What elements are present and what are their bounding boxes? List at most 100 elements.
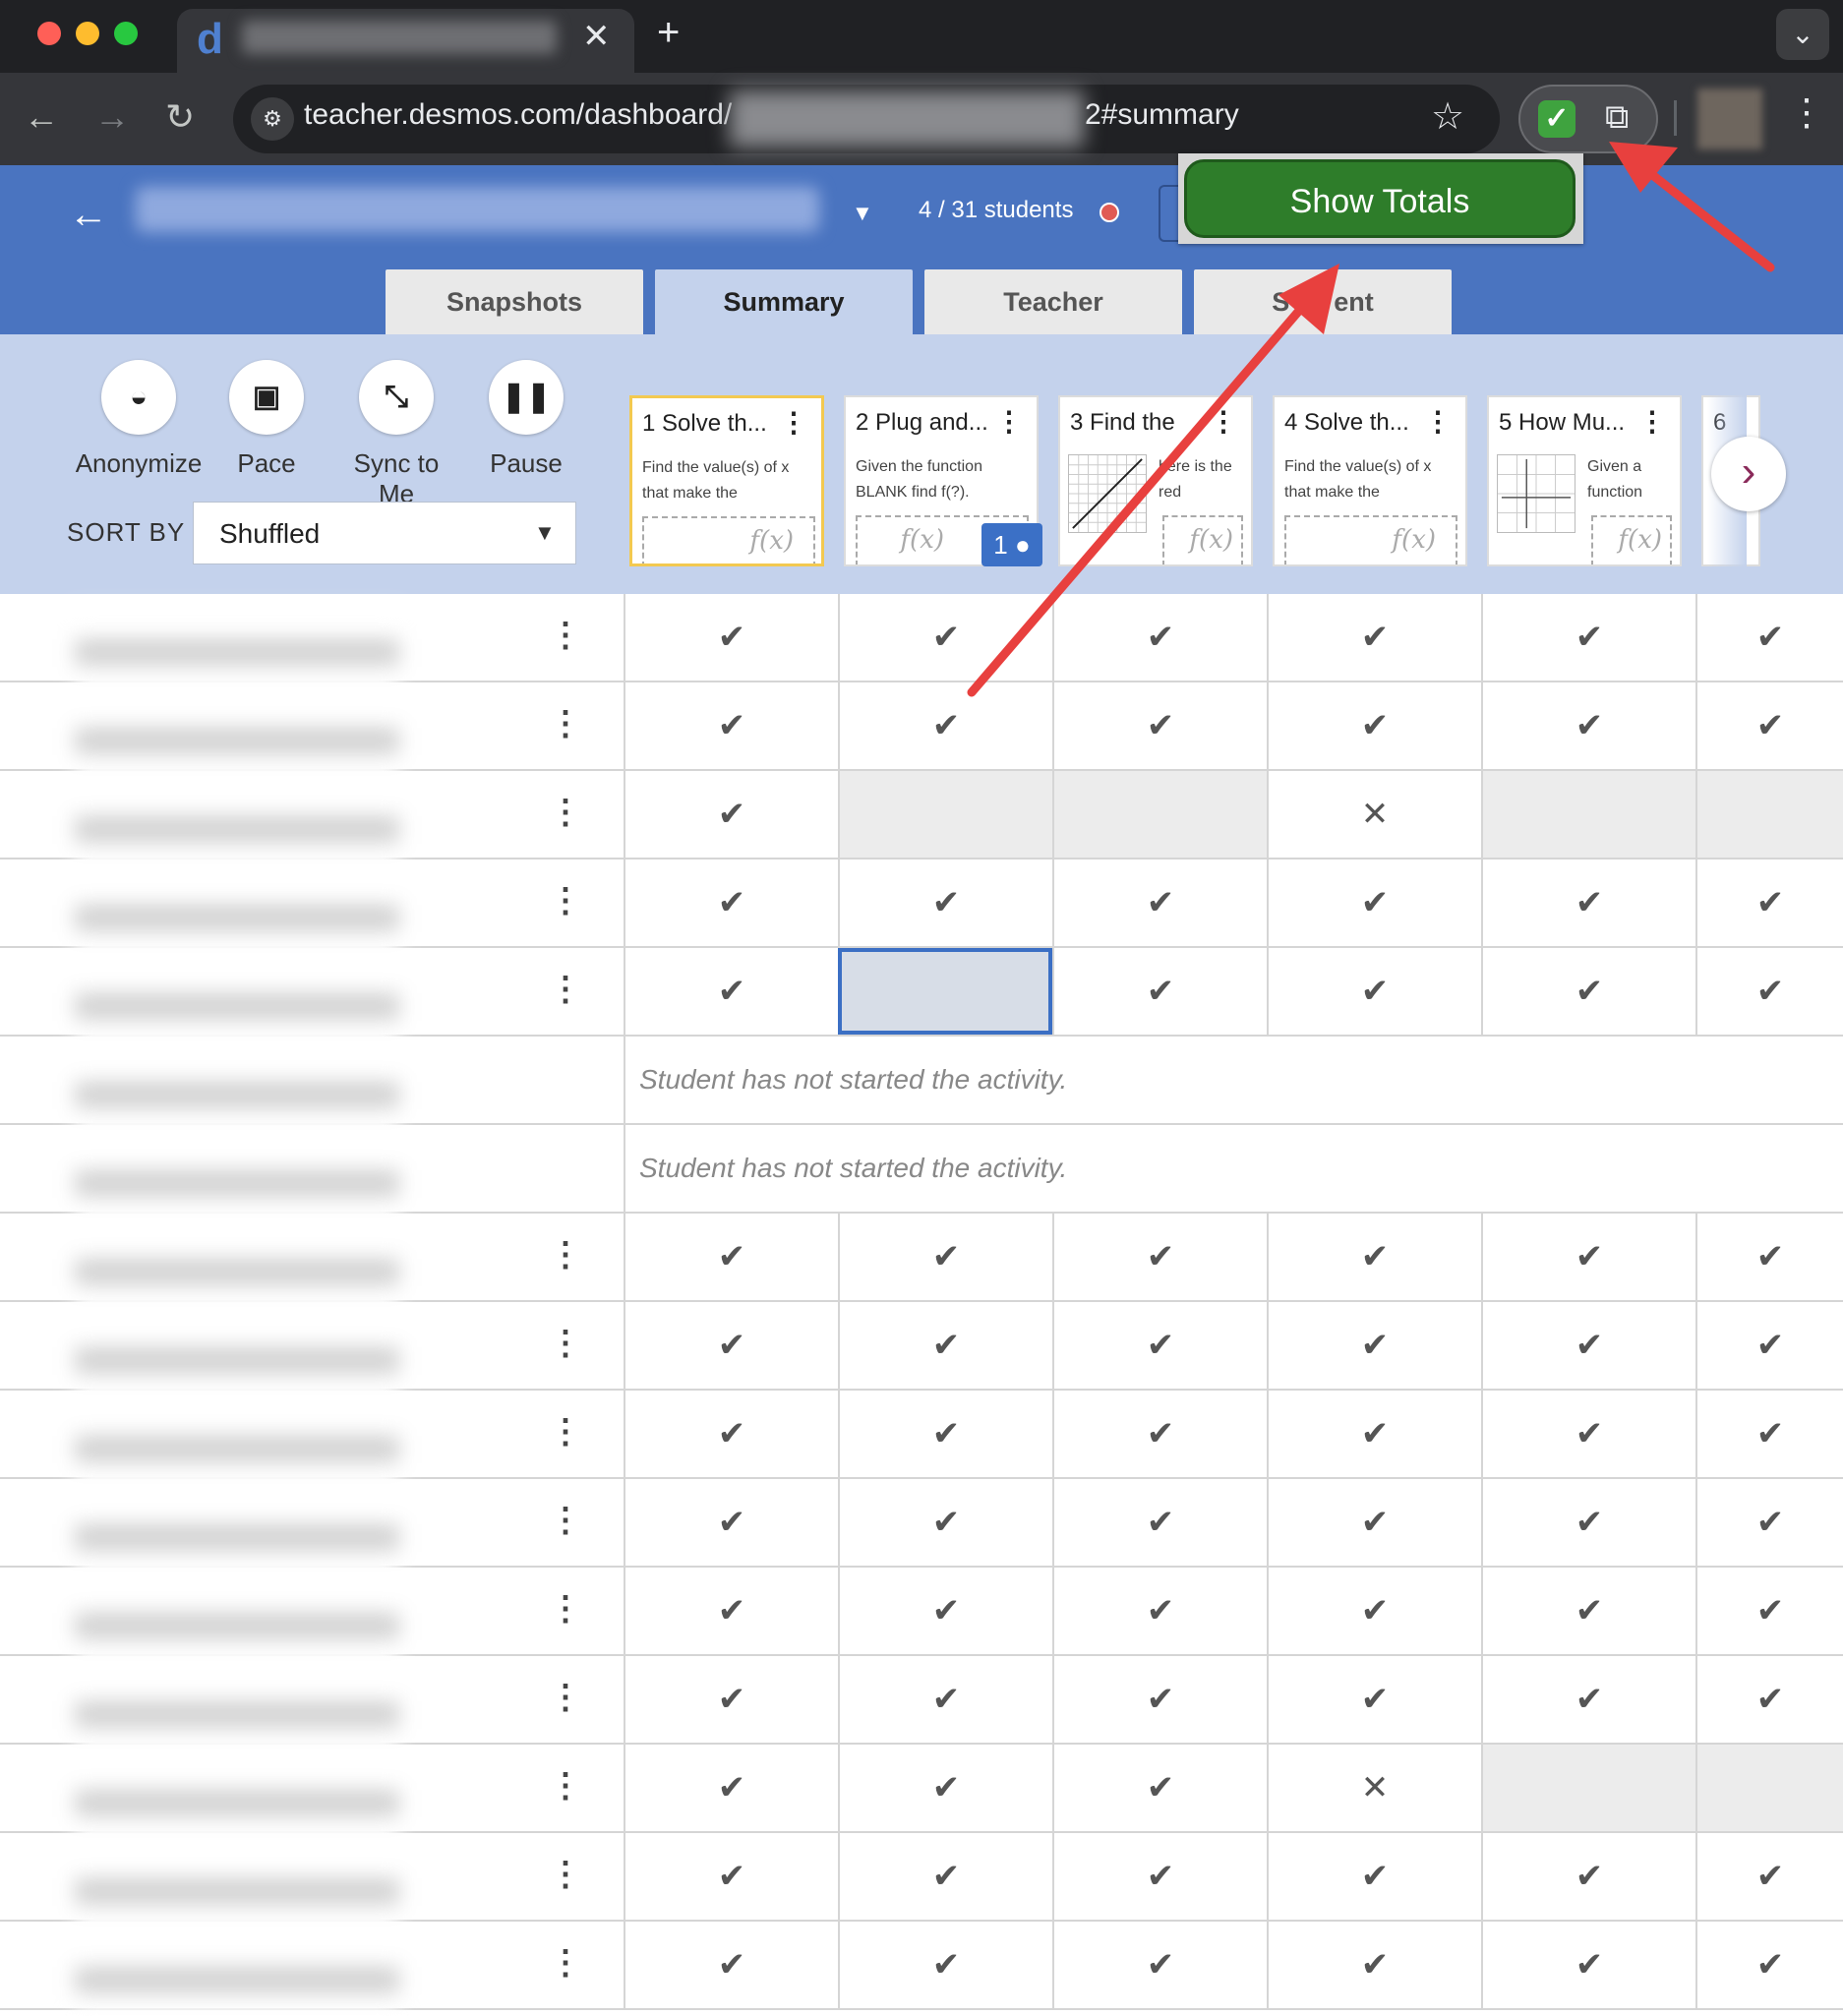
back-icon[interactable]: ←	[24, 96, 59, 138]
empty-cell[interactable]	[1052, 771, 1267, 858]
more-vertical-icon[interactable]: ⋮	[549, 1855, 582, 1894]
check-icon[interactable]: ✔	[624, 1214, 838, 1300]
check-icon[interactable]: ✔	[838, 1214, 1052, 1300]
show-totals-button[interactable]: Show Totals	[1184, 159, 1575, 238]
more-vertical-icon[interactable]: ⋮	[1788, 90, 1825, 135]
check-icon[interactable]: ✔	[624, 860, 838, 946]
screen-card-5[interactable]: 5 How Mu... ⋮ Given a function f(x)	[1487, 395, 1682, 566]
more-vertical-icon[interactable]: ⋮	[1210, 405, 1237, 438]
check-icon[interactable]: ✔	[1052, 1568, 1267, 1654]
more-vertical-icon[interactable]: ⋮	[549, 704, 582, 743]
check-icon[interactable]: ✔	[1695, 1391, 1843, 1477]
empty-cell[interactable]	[838, 771, 1052, 858]
check-icon[interactable]: ✔	[1481, 948, 1695, 1035]
check-icon[interactable]: ✔	[838, 1745, 1052, 1831]
tab-student[interactable]: S ent	[1194, 269, 1452, 334]
sync-control[interactable]: ⤡ Sync to Me	[332, 360, 460, 509]
pause-control[interactable]: ❚❚ Pause	[462, 360, 590, 479]
reload-icon[interactable]: ↻	[165, 96, 195, 138]
check-icon[interactable]: ✔	[624, 1745, 838, 1831]
more-vertical-icon[interactable]: ⋮	[549, 1589, 582, 1629]
empty-cell[interactable]	[1481, 771, 1695, 858]
more-vertical-icon[interactable]: ⋮	[549, 1324, 582, 1363]
check-icon[interactable]: ✔	[1267, 948, 1481, 1035]
check-icon[interactable]: ✔	[838, 1833, 1052, 1920]
tab-snapshots[interactable]: Snapshots	[386, 269, 643, 334]
sort-select[interactable]: Shuffled ▼	[193, 502, 576, 564]
address-bar[interactable]: ⚙ teacher.desmos.com/dashboard/ 2#summar…	[233, 85, 1500, 153]
check-icon[interactable]: ✔	[1481, 1922, 1695, 2008]
check-icon[interactable]: ✔	[1481, 1302, 1695, 1389]
check-icon[interactable]: ✔	[1052, 594, 1267, 681]
check-icon[interactable]: ✔	[1481, 1833, 1695, 1920]
check-icon[interactable]: ✔	[624, 1568, 838, 1654]
close-window-button[interactable]	[37, 22, 61, 45]
student-count[interactable]: 4 / 31 students	[919, 197, 1073, 224]
check-icon[interactable]: ✔	[838, 1656, 1052, 1743]
student-count-badge[interactable]: 1 ●	[981, 523, 1042, 566]
more-vertical-icon[interactable]: ⋮	[549, 1501, 582, 1540]
check-icon[interactable]: ✔	[1695, 1833, 1843, 1920]
check-icon[interactable]: ✔	[624, 948, 838, 1035]
check-icon[interactable]: ✔	[1267, 1391, 1481, 1477]
check-icon[interactable]: ✔	[1267, 682, 1481, 769]
check-icon[interactable]: ✔	[1481, 1479, 1695, 1566]
check-icon[interactable]: ✔	[1052, 1745, 1267, 1831]
more-vertical-icon[interactable]: ⋮	[549, 1766, 582, 1806]
chevron-right-icon[interactable]: ›	[1711, 437, 1786, 511]
tab-search-chevron-icon[interactable]: ⌄	[1776, 9, 1829, 60]
check-icon[interactable]: ✔	[624, 1656, 838, 1743]
x-icon[interactable]: ✕	[1267, 771, 1481, 858]
check-icon[interactable]: ✔	[1052, 1391, 1267, 1477]
check-icon[interactable]: ✔	[1267, 1479, 1481, 1566]
empty-cell[interactable]	[1695, 771, 1843, 858]
check-icon[interactable]: ✔	[1695, 948, 1843, 1035]
site-info-icon[interactable]: ⚙	[251, 97, 294, 141]
check-icon[interactable]: ✔	[1481, 860, 1695, 946]
empty-cell[interactable]	[1481, 1745, 1695, 1831]
back-arrow-icon[interactable]: ←	[69, 193, 108, 237]
browser-tab[interactable]: d ✕	[177, 9, 634, 73]
check-icon[interactable]: ✔	[1695, 682, 1843, 769]
check-icon[interactable]: ✔	[1267, 1568, 1481, 1654]
check-icon[interactable]: ✔	[1695, 1922, 1843, 2008]
more-vertical-icon[interactable]: ⋮	[549, 1235, 582, 1275]
tab-summary[interactable]: Summary	[655, 269, 913, 334]
check-icon[interactable]: ✔	[1267, 594, 1481, 681]
screen-card-3[interactable]: 3 Find the ⋮ here is the red f(x)	[1058, 395, 1253, 566]
pace-control[interactable]: ▣ Pace	[203, 360, 330, 479]
more-vertical-icon[interactable]: ⋮	[549, 616, 582, 655]
check-icon[interactable]: ✔	[1695, 860, 1843, 946]
check-icon[interactable]: ✔	[838, 1391, 1052, 1477]
avatar[interactable]	[1697, 89, 1762, 149]
check-icon[interactable]: ✔	[1695, 1214, 1843, 1300]
more-vertical-icon[interactable]: ⋮	[995, 405, 1023, 438]
check-icon[interactable]: ✔	[1052, 682, 1267, 769]
check-icon[interactable]: ✔	[1052, 1302, 1267, 1389]
check-icon[interactable]: ✔	[838, 1479, 1052, 1566]
check-icon[interactable]: ✔	[1052, 1479, 1267, 1566]
check-icon[interactable]: ✔	[838, 1568, 1052, 1654]
minimize-window-button[interactable]	[76, 22, 99, 45]
check-icon[interactable]: ✔	[1695, 1568, 1843, 1654]
check-icon[interactable]: ✔	[838, 860, 1052, 946]
check-icon[interactable]: ✔	[1052, 948, 1267, 1035]
check-icon[interactable]: ✔	[1695, 1656, 1843, 1743]
check-icon[interactable]: ✔	[1481, 682, 1695, 769]
check-icon[interactable]: ✔	[1052, 1656, 1267, 1743]
more-vertical-icon[interactable]: ⋮	[549, 1943, 582, 1983]
check-icon[interactable]: ✔	[1695, 1479, 1843, 1566]
check-icon[interactable]: ✔	[1695, 594, 1843, 681]
check-icon[interactable]: ✔	[1052, 1833, 1267, 1920]
check-icon[interactable]: ✔	[1267, 860, 1481, 946]
maximize-window-button[interactable]	[114, 22, 138, 45]
check-icon[interactable]: ✔	[1267, 1833, 1481, 1920]
empty-cell[interactable]	[1695, 1745, 1843, 1831]
screen-card-4[interactable]: 4 Solve th... ⋮ Find the value(s) of x t…	[1273, 395, 1467, 566]
check-icon[interactable]: ✔	[1052, 860, 1267, 946]
caret-down-icon[interactable]: ▼	[852, 201, 873, 226]
check-icon[interactable]: ✔	[1052, 1214, 1267, 1300]
more-vertical-icon[interactable]: ⋮	[549, 970, 582, 1009]
check-icon[interactable]: ✔	[1481, 1214, 1695, 1300]
bookmark-star-icon[interactable]: ☆	[1431, 94, 1464, 139]
